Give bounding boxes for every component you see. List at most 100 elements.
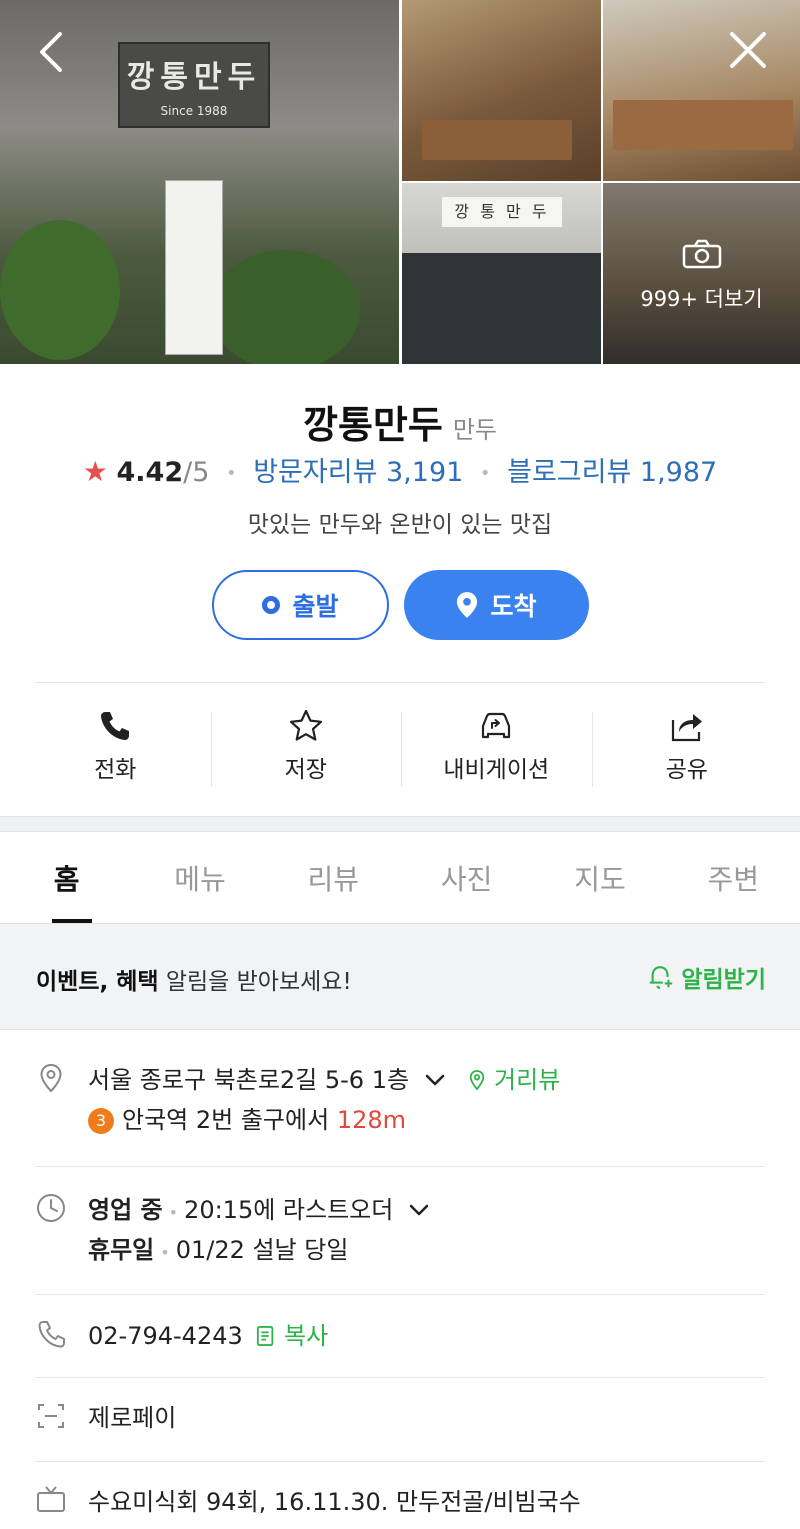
photo-interior-2[interactable] (603, 0, 800, 181)
address-line: 서울 종로구 북촌로2길 5-6 1층 거리뷰 (88, 1060, 765, 1100)
tab-photos[interactable]: 사진 (400, 832, 533, 923)
rating-row: ★ 4.42/5 • 방문자리뷰 3,191 • 블로그리뷰 1,987 (0, 450, 800, 489)
phone-number[interactable]: 02-794-4243 (88, 1322, 243, 1350)
chevron-down-icon[interactable] (407, 1198, 431, 1222)
tab-bar: 홈 메뉴 리뷰 사진 지도 주변 (0, 832, 800, 924)
car-navigation-icon (482, 712, 511, 739)
separator-dot: • (160, 1243, 170, 1262)
photo-more[interactable]: 999+ 더보기 (603, 183, 800, 364)
location-pin-icon (457, 592, 478, 618)
call-button[interactable]: 전화 (20, 700, 211, 795)
tab-map[interactable]: 지도 (533, 832, 666, 923)
photo-interior-1[interactable] (402, 0, 601, 181)
holiday-label: 휴무일 (88, 1236, 155, 1264)
phone-section: 02-794-4243 복사 (35, 1316, 765, 1356)
tv-section: 수요미식회 94회, 16.11.30. 만두전골/비빔국수 (35, 1482, 765, 1522)
copy-phone-button[interactable]: 복사 (256, 1322, 328, 1350)
phone-icon (101, 712, 130, 740)
chevron-down-icon[interactable] (423, 1068, 447, 1092)
more-photos-label: 999+ 더보기 (640, 287, 763, 311)
table-decoration (613, 100, 793, 150)
address-text: 서울 종로구 북촌로2길 5-6 1층 (88, 1066, 410, 1094)
address-section: 서울 종로구 북촌로2길 5-6 1층 거리뷰 3 안국역 2번 출구에서 128… (35, 1060, 765, 1140)
save-button[interactable]: 저장 (210, 700, 402, 795)
blog-reviews-link[interactable]: 블로그리뷰 1,987 (507, 457, 717, 488)
place-title-row: 깡통만두 만두 (0, 394, 800, 449)
street-view-label: 거리뷰 (493, 1066, 561, 1094)
notice-text: 알림을 받아보세요! (158, 969, 352, 995)
menu-standboard (165, 180, 223, 355)
divider (35, 1377, 765, 1378)
subway-distance: 128m (336, 1106, 406, 1134)
rating-score: 4.42 (116, 457, 184, 488)
scan-icon (38, 1404, 64, 1428)
divider (35, 682, 765, 683)
plant-decoration (0, 220, 120, 360)
event-notice-banner: 이벤트, 혜택 알림을 받아보세요! 알림받기 (0, 924, 800, 1030)
chevron-left-icon (40, 32, 62, 72)
share-icon (671, 714, 702, 742)
clock-icon (37, 1194, 65, 1222)
notice-bold-text: 이벤트, 혜택 (36, 969, 159, 995)
hours-line[interactable]: 영업 중 • 20:15에 라스트오더 (88, 1190, 765, 1230)
divider (35, 1294, 765, 1295)
call-label: 전화 (94, 757, 137, 783)
bell-plus-icon (650, 966, 673, 990)
tab-nearby[interactable]: 주변 (667, 832, 800, 923)
tab-home[interactable]: 홈 (0, 832, 133, 923)
depart-label: 출발 (292, 592, 339, 621)
place-description: 맛있는 만두와 온반이 있는 맛집 (247, 512, 553, 538)
storefront-sign: 깡통만두 Since 1988 (118, 42, 270, 128)
subscribe-alerts-button[interactable]: 알림받기 (647, 960, 766, 994)
photo-storefront[interactable]: 깡 통 만 두 (402, 183, 601, 364)
navigation-button[interactable]: 내비게이션 (401, 700, 592, 795)
holiday-line: 휴무일 • 01/22 설날 당일 (88, 1230, 765, 1270)
section-separator (0, 816, 800, 832)
subscribe-alerts-label: 알림받기 (681, 967, 766, 993)
star-icon: ★ (82, 455, 108, 488)
subway-line-badge: 3 (88, 1108, 114, 1134)
share-button[interactable]: 공유 (591, 700, 783, 795)
close-icon (730, 32, 766, 68)
save-label: 저장 (284, 757, 327, 783)
more-overlay: 999+ 더보기 (603, 183, 800, 364)
location-pin-icon (470, 1070, 485, 1091)
star-icon (289, 709, 322, 741)
subway-line: 3 안국역 2번 출구에서 128m (88, 1100, 765, 1140)
place-name: 깡통만두 (302, 403, 443, 447)
arrive-button[interactable]: 도착 (404, 570, 589, 640)
copy-label: 복사 (284, 1322, 329, 1350)
subway-text: 안국역 2번 출구에서 (122, 1106, 330, 1134)
location-pin-icon (40, 1063, 62, 1093)
origin-dot-icon (262, 596, 281, 614)
depart-button[interactable]: 출발 (212, 570, 389, 640)
separator-dot: • (226, 463, 237, 484)
holiday-detail: 01/22 설날 당일 (175, 1236, 349, 1264)
arrive-label: 도착 (490, 592, 537, 621)
divider (35, 1166, 765, 1167)
navigation-label: 내비게이션 (443, 757, 550, 783)
tv-icon (37, 1486, 65, 1512)
separator-dot: • (479, 463, 491, 484)
visitor-reviews-link[interactable]: 방문자리뷰 3,191 (253, 457, 463, 488)
sign-title: 깡통만두 (126, 60, 262, 95)
notice-message: 이벤트, 혜택 알림을 받아보세요! (36, 962, 352, 996)
tab-reviews[interactable]: 리뷰 (267, 832, 400, 923)
tab-menu[interactable]: 메뉴 (133, 832, 266, 923)
hours-section: 영업 중 • 20:15에 라스트오더 휴무일 • 01/22 설날 당일 (35, 1190, 765, 1270)
close-button[interactable] (726, 28, 770, 72)
shopfront-shape (402, 253, 601, 364)
back-button[interactable] (30, 28, 74, 72)
photo-gallery: 깡통만두 Since 1988 깡 통 만 두 999+ 더보기 (0, 0, 800, 364)
separator-dot: • (168, 1203, 179, 1222)
share-label: 공유 (665, 757, 708, 783)
divider (35, 1461, 765, 1462)
camera-icon (682, 239, 721, 269)
action-bar: 전화 저장 내비게이션 공유 (20, 700, 782, 795)
place-category: 만두 (452, 416, 497, 444)
street-view-link[interactable]: 거리뷰 (468, 1066, 560, 1094)
zeropay-line: 제로페이 (88, 1404, 177, 1432)
table-decoration (422, 120, 572, 160)
zeropay-section: 제로페이 (35, 1398, 765, 1438)
hours-detail: 20:15에 라스트오더 (184, 1196, 394, 1224)
